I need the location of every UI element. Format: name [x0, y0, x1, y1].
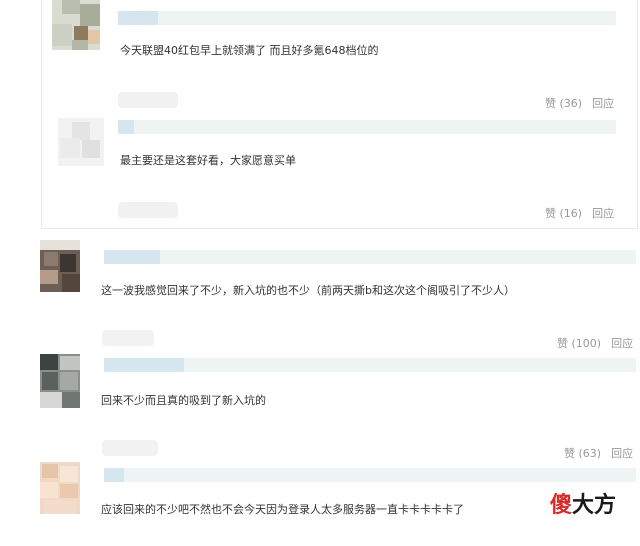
avatar[interactable] [40, 462, 80, 514]
reply-button[interactable]: 回应 [611, 447, 633, 460]
comment-actions: 赞 (100) 回应 [557, 335, 633, 351]
like-button[interactable]: 赞 (36) [545, 97, 582, 110]
reply-button[interactable]: 回应 [592, 207, 614, 220]
comment-text: 最主要还是这套好看，大家愿意买单 [120, 154, 296, 167]
avatar[interactable] [58, 118, 104, 166]
username-blurred [160, 250, 636, 264]
comment-text: 应该回来的不少吧不然也不会今天因为登录人太多服务器一直卡卡卡卡卡了 [101, 503, 464, 516]
reply-button[interactable]: 回应 [611, 337, 633, 350]
username-blurred [134, 120, 616, 134]
like-button[interactable]: 赞 (16) [545, 207, 582, 220]
watermark-part-2: 大方 [572, 493, 617, 518]
timestamp-blurred [118, 202, 178, 218]
avatar[interactable] [40, 354, 80, 408]
timestamp-blurred [118, 92, 178, 108]
username-blurred [124, 468, 636, 482]
comment-actions: 赞 (36) 回应 [545, 95, 614, 111]
username-blurred[interactable] [118, 120, 134, 134]
like-button[interactable]: 赞 (63) [564, 447, 601, 460]
nested-replies-box [41, 0, 638, 229]
avatar[interactable] [40, 240, 80, 292]
username-blurred[interactable] [104, 358, 184, 372]
avatar[interactable] [52, 0, 100, 50]
username-blurred [158, 11, 616, 25]
comment-actions: 赞 (63) 回应 [564, 445, 633, 461]
comment-actions: 赞 (16) 回应 [545, 205, 614, 221]
comment-text: 这一波我感觉回来了不少，新入坑的也不少（前两天撕b和这次这个阁吸引了不少人） [101, 284, 515, 297]
username-blurred [184, 358, 636, 372]
timestamp-blurred [102, 330, 154, 346]
username-blurred[interactable] [104, 250, 160, 264]
watermark-part-1: 傻 [550, 493, 573, 518]
timestamp-blurred [102, 440, 158, 456]
username-blurred[interactable] [104, 468, 124, 482]
reply-button[interactable]: 回应 [592, 97, 614, 110]
like-button[interactable]: 赞 (100) [557, 337, 601, 350]
comment-text: 回来不少而且真的吸到了新入坑的 [101, 394, 266, 407]
watermark-logo: 傻大方 [550, 493, 616, 519]
username-blurred[interactable] [118, 11, 158, 25]
comment-text: 今天联盟40红包早上就领满了 而且好多氪648档位的 [120, 44, 379, 57]
